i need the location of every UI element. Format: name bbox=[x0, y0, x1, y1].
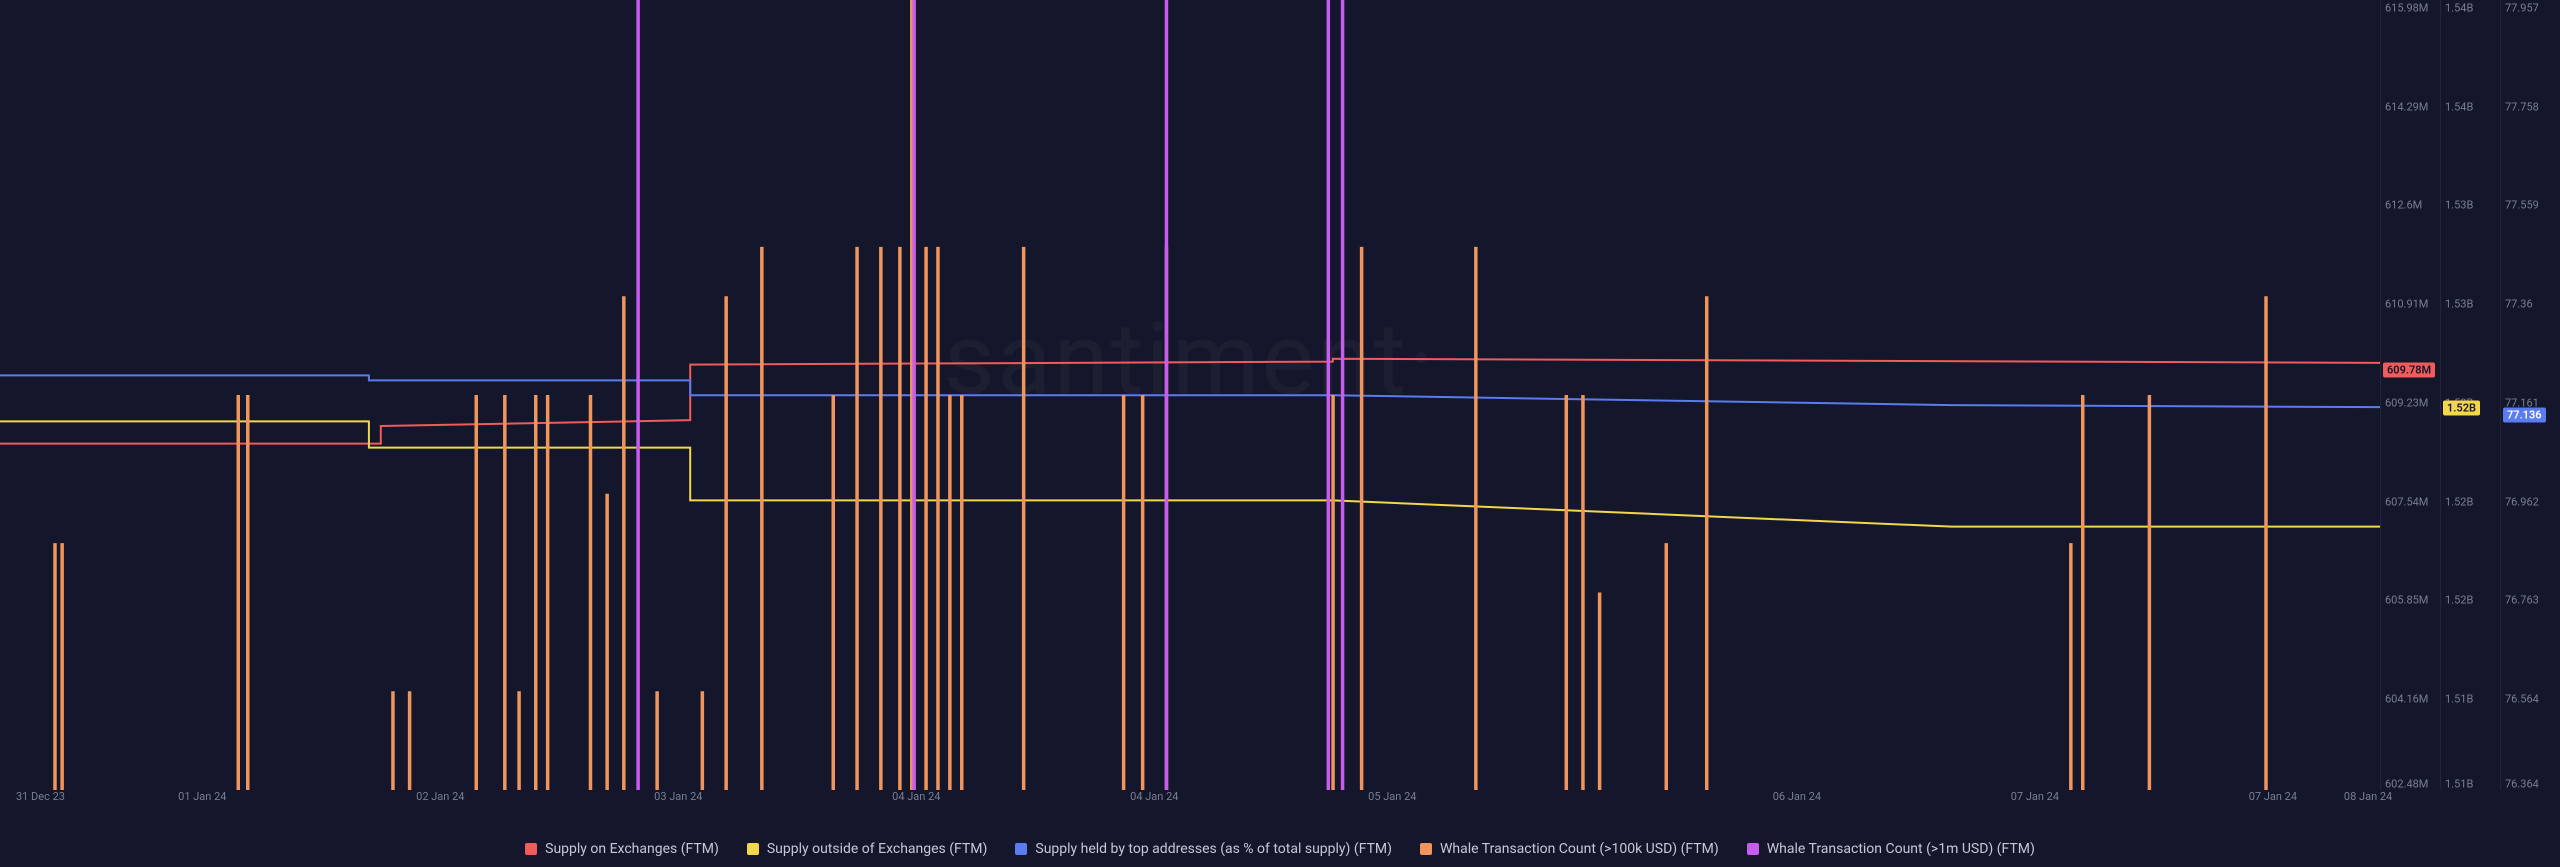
x-tick: 05 Jan 24 bbox=[1368, 790, 1416, 803]
x-tick: 07 Jan 24 bbox=[2249, 790, 2297, 803]
y-tick: 610.91M bbox=[2385, 298, 2428, 311]
y-tick: 77.36 bbox=[2505, 298, 2533, 311]
legend-item[interactable]: Whale Transaction Count (>1m USD) (FTM) bbox=[1747, 841, 2035, 857]
x-tick: 06 Jan 24 bbox=[1773, 790, 1821, 803]
legend-swatch bbox=[747, 843, 759, 855]
y-tick: 605.85M bbox=[2385, 594, 2428, 607]
y-tick: 76.364 bbox=[2505, 777, 2539, 790]
legend-label: Supply on Exchanges (FTM) bbox=[545, 841, 719, 857]
x-axis: 31 Dec 23 01 Jan 24 02 Jan 24 03 Jan 24 04 J… bbox=[0, 790, 2380, 812]
legend: Supply on Exchanges (FTM) Supply outside … bbox=[0, 841, 2560, 857]
y-tick: 1.54B bbox=[2445, 100, 2473, 113]
legend-item[interactable]: Supply on Exchanges (FTM) bbox=[525, 841, 719, 857]
x-tick: 31 Dec 23 bbox=[16, 790, 65, 803]
x-tick: 07 Jan 24 bbox=[2011, 790, 2059, 803]
x-tick: 04 Jan 24 bbox=[1130, 790, 1178, 803]
y-axis-supply-top-pct: 77.95777.75877.55977.3677.16176.96276.76… bbox=[2500, 0, 2560, 790]
y-tick: 612.6M bbox=[2385, 199, 2422, 212]
y-axis-supply-outside: 1.54B 1.54B 1.53B 1.53B 1.52B 1.52B 1.52B 1.51B… bbox=[2440, 0, 2500, 790]
legend-item[interactable]: Whale Transaction Count (>100k USD) (FTM… bbox=[1420, 841, 1719, 857]
x-tick: 01 Jan 24 bbox=[178, 790, 226, 803]
y-tick: 615.98M bbox=[2385, 1, 2428, 14]
legend-item[interactable]: Supply outside of Exchanges (FTM) bbox=[747, 841, 988, 857]
y-tick: 602.48M bbox=[2385, 777, 2428, 790]
y-tick: 1.52B bbox=[2445, 495, 2473, 508]
current-value-badge: 609.78M bbox=[2383, 362, 2435, 377]
y-tick: 76.763 bbox=[2505, 594, 2539, 607]
y-tick: 1.53B bbox=[2445, 298, 2473, 311]
y-tick: 1.51B bbox=[2445, 693, 2473, 706]
legend-label: Whale Transaction Count (>1m USD) (FTM) bbox=[1767, 841, 2035, 857]
legend-swatch bbox=[525, 843, 537, 855]
legend-label: Supply outside of Exchanges (FTM) bbox=[767, 841, 988, 857]
legend-label: Whale Transaction Count (>100k USD) (FTM… bbox=[1440, 841, 1719, 857]
y-tick: 607.54M bbox=[2385, 495, 2428, 508]
y-tick: 1.54B bbox=[2445, 1, 2473, 14]
y-tick: 1.53B bbox=[2445, 199, 2473, 212]
x-tick: 03 Jan 24 bbox=[654, 790, 702, 803]
y-tick: 77.758 bbox=[2505, 100, 2539, 113]
y-tick: 1.52B bbox=[2445, 594, 2473, 607]
chart-container: santiment· 615.98M 614.29M 612.6M 610.91M 60… bbox=[0, 0, 2560, 867]
plot-area[interactable]: santiment· bbox=[0, 0, 2380, 790]
x-tick: 04 Jan 24 bbox=[892, 790, 940, 803]
y-tick: 604.16M bbox=[2385, 693, 2428, 706]
legend-swatch bbox=[1420, 843, 1432, 855]
y-tick: 76.962 bbox=[2505, 495, 2539, 508]
y-axes: 615.98M 614.29M 612.6M 610.91M 609.23M 607.54… bbox=[2380, 0, 2560, 790]
legend-item[interactable]: Supply held by top addresses (as % of to… bbox=[1015, 841, 1392, 857]
legend-swatch bbox=[1015, 843, 1027, 855]
x-tick: 02 Jan 24 bbox=[416, 790, 464, 803]
y-tick: 77.559 bbox=[2505, 199, 2539, 212]
y-tick: 1.51B bbox=[2445, 777, 2473, 790]
legend-swatch bbox=[1747, 843, 1759, 855]
current-value-badge: 1.52B bbox=[2443, 401, 2480, 416]
y-tick: 77.957 bbox=[2505, 1, 2539, 14]
plot-svg bbox=[0, 0, 2380, 790]
y-tick: 76.564 bbox=[2505, 693, 2539, 706]
y-axis-supply-exchange: 615.98M 614.29M 612.6M 610.91M 609.23M 607.54… bbox=[2380, 0, 2440, 790]
legend-label: Supply held by top addresses (as % of to… bbox=[1035, 841, 1392, 857]
x-tick: 08 Jan 24 bbox=[2344, 790, 2392, 803]
y-tick: 609.23M bbox=[2385, 396, 2428, 409]
y-tick: 614.29M bbox=[2385, 100, 2428, 113]
current-value-badge: 77.136 bbox=[2503, 407, 2546, 422]
